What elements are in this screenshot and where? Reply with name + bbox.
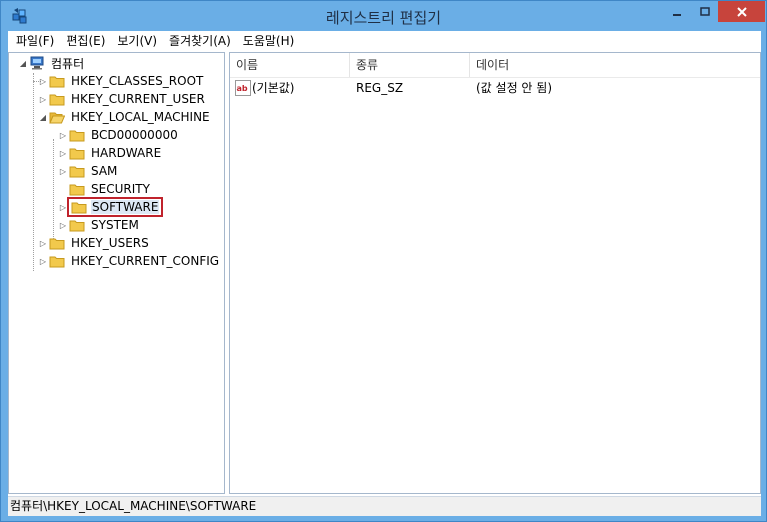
- maximize-button[interactable]: [691, 1, 718, 22]
- tree-label-bcd: BCD00000000: [91, 128, 178, 142]
- folder-icon: [69, 184, 85, 196]
- tree-label-hkcr: HKEY_CLASSES_ROOT: [71, 74, 204, 88]
- folder-icon: [49, 94, 65, 106]
- tree-label-computer: 컴퓨터: [51, 56, 85, 71]
- folder-icon: [71, 202, 87, 214]
- folder-icon: [49, 238, 65, 250]
- tree-guide-line: [33, 73, 34, 271]
- expand-arrow-icon[interactable]: ▷: [37, 72, 49, 90]
- tree-item-system[interactable]: ▷ SYSTEM: [57, 216, 141, 234]
- menu-file[interactable]: 파일(F): [10, 31, 60, 51]
- selection-highlight[interactable]: SOFTWARE: [66, 197, 164, 217]
- folder-icon: [69, 148, 85, 160]
- expand-arrow-icon[interactable]: ▷: [37, 252, 49, 270]
- expand-arrow-icon[interactable]: ▷: [37, 234, 49, 252]
- regedit-window: 레지스트리 편집기 파일(F) 편집(E) 보기(V) 즐겨찾기(A) 도움말(…: [0, 0, 767, 522]
- value-data: (값 설정 안 됨): [476, 81, 553, 95]
- minimize-button[interactable]: [663, 1, 691, 22]
- expand-arrow-icon[interactable]: ▷: [57, 198, 69, 216]
- key-tree-pane[interactable]: ◢ 컴퓨터 ▷ HKEY_CLASSES_ROOT ▷ HKEY_CURRENT…: [8, 52, 225, 494]
- folder-icon: [49, 256, 65, 268]
- column-header-name[interactable]: 이름: [230, 53, 350, 77]
- collapse-arrow-icon[interactable]: ◢: [17, 54, 29, 72]
- column-header-type[interactable]: 종류: [350, 53, 470, 77]
- folder-icon: [69, 166, 85, 178]
- collapse-arrow-icon[interactable]: ◢: [37, 108, 49, 126]
- menu-help[interactable]: 도움말(H): [237, 31, 301, 51]
- expand-arrow-icon[interactable]: ▷: [57, 162, 69, 180]
- expand-arrow-icon[interactable]: ▷: [57, 216, 69, 234]
- tree-label-hkcu: HKEY_CURRENT_USER: [71, 92, 205, 106]
- folder-icon: [69, 130, 85, 142]
- computer-icon: [30, 56, 44, 70]
- tree-item-hklm[interactable]: ◢ HKEY_LOCAL_MACHINE: [37, 108, 212, 126]
- tree-item-hkcu[interactable]: ▷ HKEY_CURRENT_USER: [37, 90, 207, 108]
- value-type: REG_SZ: [356, 81, 404, 95]
- expand-arrow-icon[interactable]: ▷: [57, 144, 69, 162]
- tree-item-hkcc[interactable]: ▷ HKEY_CURRENT_CONFIG: [37, 252, 221, 270]
- status-bar: 컴퓨터\HKEY_LOCAL_MACHINE\SOFTWARE: [8, 496, 761, 516]
- value-name: (기본값): [252, 81, 295, 95]
- tree-label-hardware: HARDWARE: [91, 146, 162, 160]
- tree-guide-line: [53, 139, 54, 247]
- tree-item-computer[interactable]: ◢ 컴퓨터: [17, 54, 86, 72]
- menu-bar: 파일(F) 편집(E) 보기(V) 즐겨찾기(A) 도움말(H): [8, 31, 761, 51]
- value-row[interactable]: ab (기본값) REG_SZ (값 설정 안 됨): [230, 79, 760, 97]
- tree-label-hkcc: HKEY_CURRENT_CONFIG: [71, 254, 220, 268]
- tree-label-software: SOFTWARE: [91, 200, 160, 214]
- tree-label-hklm: HKEY_LOCAL_MACHINE: [71, 110, 210, 124]
- open-folder-icon: [49, 112, 65, 124]
- tree-item-sam[interactable]: ▷ SAM: [57, 162, 119, 180]
- maximize-icon: [699, 6, 710, 16]
- close-button[interactable]: [718, 1, 765, 22]
- column-header-data[interactable]: 데이터: [470, 53, 760, 77]
- expand-arrow-icon[interactable]: ▷: [57, 126, 69, 144]
- window-title: 레지스트리 편집기: [325, 9, 442, 27]
- tree-item-hardware[interactable]: ▷ HARDWARE: [57, 144, 163, 162]
- tree-label-security: SECURITY: [91, 182, 150, 196]
- tree-label-sam: SAM: [91, 164, 118, 178]
- title-bar[interactable]: 레지스트리 편집기: [1, 1, 766, 31]
- expand-arrow-icon[interactable]: ▷: [37, 90, 49, 108]
- tree-item-bcd[interactable]: ▷ BCD00000000: [57, 126, 180, 144]
- tree-label-hku: HKEY_USERS: [71, 236, 149, 250]
- folder-icon: [69, 220, 85, 232]
- header-divider: [230, 77, 760, 78]
- tree-label-system: SYSTEM: [91, 218, 139, 232]
- menu-edit[interactable]: 편집(E): [60, 31, 111, 51]
- no-expander: [57, 180, 69, 198]
- menu-favorites[interactable]: 즐겨찾기(A): [163, 31, 237, 51]
- tree-item-hkcr[interactable]: ▷ HKEY_CLASSES_ROOT: [37, 72, 205, 90]
- value-list-pane[interactable]: 이름 종류 데이터 ab (기본값) REG_SZ (값 설정 안 됨): [229, 52, 761, 494]
- menu-view[interactable]: 보기(V): [111, 31, 163, 51]
- tree-item-software[interactable]: ▷ SOFTWARE: [57, 197, 164, 217]
- minimize-icon: [673, 13, 681, 16]
- tree-item-security[interactable]: SECURITY: [57, 180, 152, 198]
- string-value-icon: ab: [235, 80, 251, 101]
- tree-item-hku[interactable]: ▷ HKEY_USERS: [37, 234, 151, 252]
- close-icon: [736, 6, 747, 17]
- folder-icon: [49, 76, 65, 88]
- svg-text:ab: ab: [237, 84, 248, 93]
- client-area: 파일(F) 편집(E) 보기(V) 즐겨찾기(A) 도움말(H) ◢ 컴퓨터 ▷…: [8, 31, 761, 516]
